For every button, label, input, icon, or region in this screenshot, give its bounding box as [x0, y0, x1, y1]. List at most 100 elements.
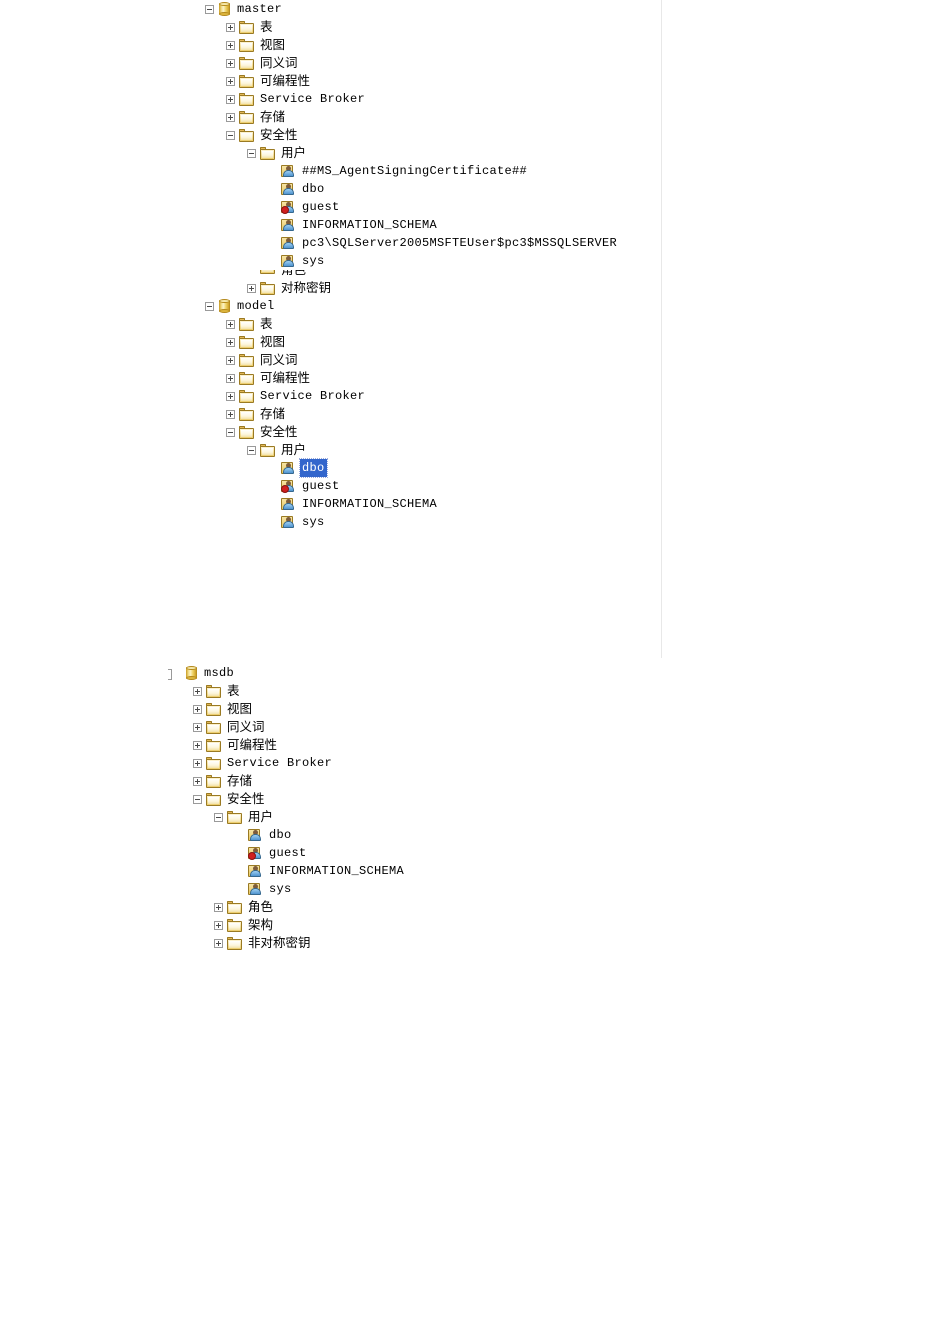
object-explorer-panel-top[interactable]: master 表视图 同义词 可编程性 Service Broker 存储 安全性 用户 ##M… — [0, 0, 662, 658]
expander-plus-icon[interactable] — [247, 283, 256, 293]
expander-plus-icon[interactable] — [226, 409, 235, 419]
database-tree-master-model[interactable]: master 表视图 同义词 可编程性 Service Broker 存储 安全性 用户 ##M… — [0, 0, 661, 531]
tree-node[interactable]: 存储 — [0, 108, 661, 126]
tree-node[interactable]: dbo — [0, 826, 950, 844]
user-icon — [281, 218, 296, 232]
tree-node[interactable]: dbo — [0, 458, 661, 478]
tree-node[interactable]: INFORMATION_SCHEMA — [0, 216, 661, 234]
tree-node[interactable]: 同义词 — [0, 351, 661, 369]
tree-node[interactable]: 表 — [0, 682, 950, 700]
expander-minus-icon[interactable] — [226, 427, 235, 437]
expander-plus-icon[interactable] — [226, 355, 235, 365]
expander-plus-icon[interactable] — [193, 776, 202, 786]
tree-node[interactable]: master — [0, 0, 661, 18]
database-tree-msdb[interactable]: msdb 表视图 同义词 可编程性 Service Broker 存储 安全性用户 dbo gu… — [0, 664, 950, 952]
expander-plus-icon[interactable] — [214, 902, 223, 912]
folder-icon — [227, 918, 242, 932]
expander-plus-icon[interactable] — [193, 686, 202, 696]
expander-plus-icon[interactable] — [226, 94, 235, 104]
tree-node[interactable]: 安全性 — [0, 126, 661, 144]
object-explorer-panel-bottom[interactable]: msdb 表视图 同义词 可编程性 Service Broker 存储 安全性用户 dbo gu… — [0, 664, 950, 954]
tree-node[interactable]: msdb — [0, 664, 950, 682]
tree-node[interactable]: 存储 — [0, 405, 661, 423]
tree-node-label: guest — [302, 479, 340, 493]
tree-node[interactable]: 角色 — [0, 898, 950, 916]
tree-node[interactable]: Service Broker — [0, 90, 661, 108]
expander-plus-icon[interactable] — [226, 373, 235, 383]
expander-minus-icon[interactable] — [247, 148, 256, 158]
expander-minus-icon[interactable] — [193, 794, 202, 804]
tree-node[interactable]: 存储 — [0, 772, 950, 790]
tree-node[interactable]: 视图 — [0, 333, 661, 351]
expander-plus-icon[interactable] — [193, 740, 202, 750]
tree-node[interactable]: 可编程性 — [0, 369, 661, 387]
tree-node-label: Service Broker — [227, 756, 333, 770]
tree-node[interactable]: Service Broker — [0, 387, 661, 405]
expander-plus-icon[interactable] — [193, 704, 202, 714]
tree-node[interactable]: model — [0, 297, 661, 315]
expander-plus-icon[interactable] — [226, 58, 235, 68]
tree-node[interactable]: 视图 — [0, 36, 661, 54]
tree-node-label: pc3\SQLServer2005MSFTEUser$pc3$MSSQLSERV… — [302, 236, 618, 250]
tree-node[interactable]: 角色 — [0, 270, 661, 279]
tree-node[interactable]: 可编程性 — [0, 72, 661, 90]
expander-plus-icon[interactable] — [226, 112, 235, 122]
tree-node-label: INFORMATION_SCHEMA — [302, 218, 438, 232]
user-disabled-icon — [281, 479, 296, 493]
expander-plus-icon[interactable] — [226, 22, 235, 32]
expander-plus-icon[interactable] — [226, 40, 235, 50]
tree-node[interactable]: 用户 — [0, 144, 661, 162]
tree-node[interactable]: guest — [0, 844, 950, 862]
tree-node[interactable]: sys — [0, 252, 661, 270]
expander-minus-icon[interactable] — [226, 130, 235, 140]
tree-node[interactable]: INFORMATION_SCHEMA — [0, 495, 661, 513]
tree-node[interactable]: 用户 — [0, 808, 950, 826]
expander-minus-icon[interactable] — [214, 812, 223, 822]
expander-minus-icon[interactable] — [205, 301, 214, 311]
expander-plus-icon[interactable] — [226, 319, 235, 329]
tree-node[interactable]: guest — [0, 477, 661, 495]
expander-plus-icon[interactable] — [226, 337, 235, 347]
tree-node[interactable]: 对称密钥 — [0, 279, 661, 297]
tree-node[interactable]: ##MS_AgentSigningCertificate## — [0, 162, 661, 180]
tree-node[interactable]: 用户 — [0, 441, 661, 459]
tree-node[interactable]: sys — [0, 513, 661, 531]
tree-node[interactable]: dbo — [0, 180, 661, 198]
tree-node[interactable]: 可编程性 — [0, 736, 950, 754]
tree-node[interactable]: 安全性 — [0, 790, 950, 808]
tree-node[interactable]: 安全性 — [0, 423, 661, 441]
expander-minus-icon[interactable] — [247, 445, 256, 455]
expander-minus-icon[interactable] — [168, 668, 181, 680]
tree-node[interactable]: 表 — [0, 315, 661, 333]
tree-node[interactable]: INFORMATION_SCHEMA — [0, 862, 950, 880]
tree-node[interactable]: pc3\SQLServer2005MSFTEUser$pc3$MSSQLSERV… — [0, 234, 661, 252]
expander-plus-icon[interactable] — [214, 920, 223, 930]
tree-node[interactable]: sys — [0, 880, 950, 898]
expander-plus-icon[interactable] — [226, 76, 235, 86]
tree-node[interactable]: 同义词 — [0, 54, 661, 72]
expander-plus-icon[interactable] — [214, 938, 223, 948]
tree-node[interactable]: guest — [0, 198, 661, 216]
tree-node[interactable]: Service Broker — [0, 754, 950, 772]
expander-plus-icon[interactable] — [226, 391, 235, 401]
tree-node-label: 安全性 — [227, 791, 265, 806]
expander-minus-icon[interactable] — [205, 4, 214, 14]
tree-node[interactable]: 架构 — [0, 916, 950, 934]
tree-node[interactable]: 表 — [0, 18, 661, 36]
expander-plus-icon[interactable] — [193, 758, 202, 768]
tree-node[interactable]: 非对称密钥 — [0, 934, 950, 952]
expander-plus-icon[interactable] — [193, 722, 202, 732]
tree-node[interactable]: 视图 — [0, 700, 950, 718]
tree-node[interactable]: 同义词 — [0, 718, 950, 736]
folder-icon — [227, 810, 242, 824]
user-icon — [248, 882, 263, 896]
